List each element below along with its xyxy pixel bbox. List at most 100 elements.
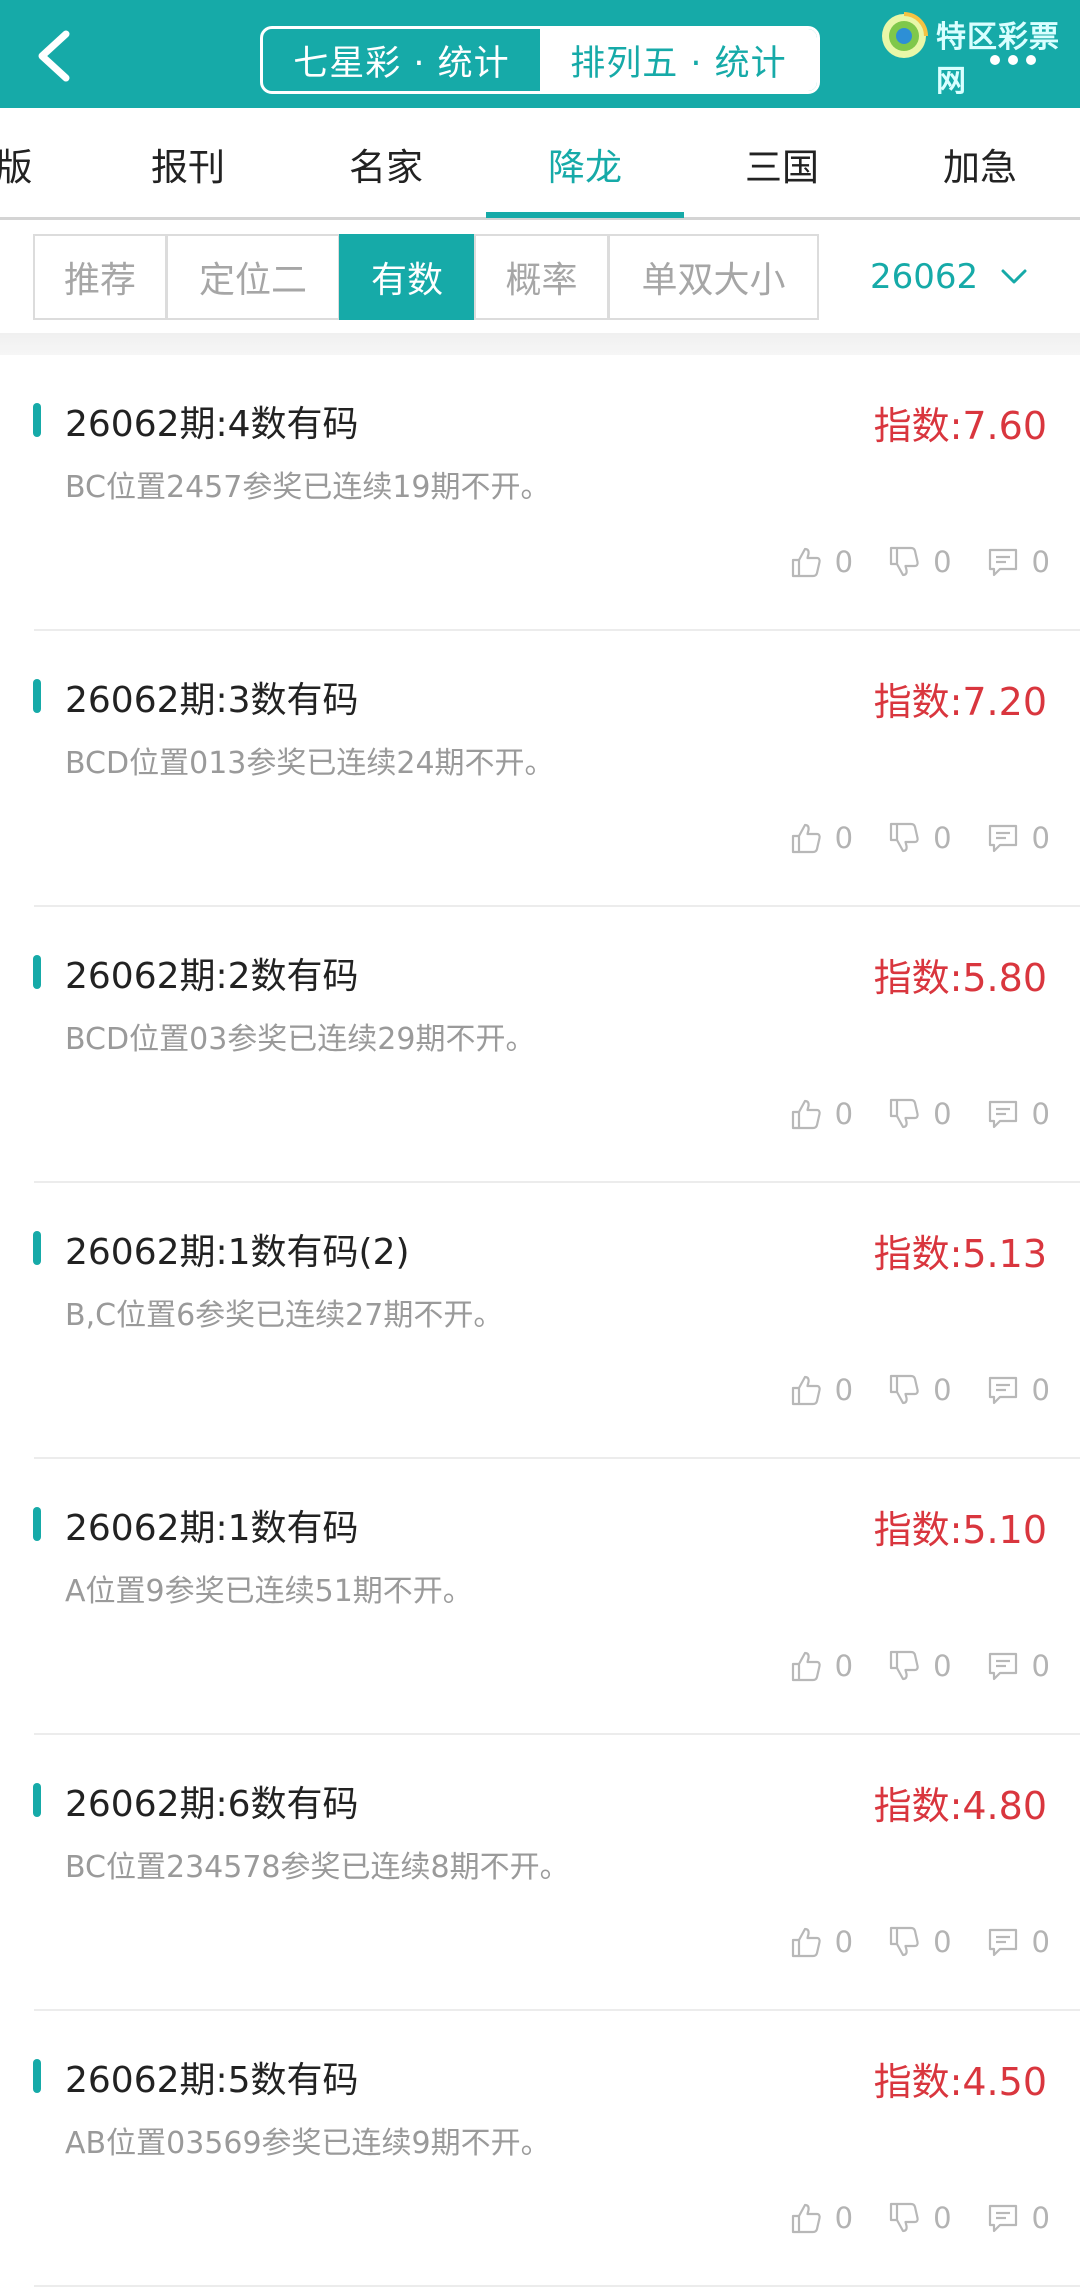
dislike-button[interactable]: 0 [887, 821, 952, 855]
like-button[interactable]: 0 [789, 821, 853, 855]
thumbs-up-icon [791, 1099, 821, 1130]
comment-icon [988, 548, 1017, 577]
dislike-count: 0 [933, 545, 952, 579]
tab-xianglong[interactable]: 降龙 [485, 108, 685, 220]
list-item[interactable]: 26062期:6数有码 指数:4.80 BC位置234578参奖已连续8期不开。… [0, 1735, 1080, 2011]
category-tabs: 版 报刊 名家 降龙 三国 加急 [0, 108, 1080, 220]
item-description: BC位置2457参奖已连续19期不开。 [65, 470, 551, 505]
like-button[interactable]: 0 [789, 2201, 853, 2235]
filter-youshu[interactable]: 有数 [339, 234, 475, 320]
like-count: 0 [834, 821, 854, 855]
tab-mingjia[interactable]: 名家 [286, 108, 486, 220]
tab-jiaji[interactable]: 加急 [880, 108, 1080, 220]
tab-baokan[interactable]: 报刊 [88, 108, 288, 220]
dislike-button[interactable]: 0 [887, 1097, 952, 1131]
comment-count: 0 [1031, 1649, 1050, 1683]
like-count: 0 [834, 1925, 854, 1959]
segment-qixingcai[interactable]: 七星彩 · 统计 [263, 29, 540, 91]
dislike-count: 0 [933, 1925, 952, 1959]
period-value: 26062 [870, 257, 979, 297]
comment-count: 0 [1031, 821, 1050, 855]
filter-dingwei-er[interactable]: 定位二 [166, 234, 340, 320]
item-title: 26062期:1数有码 [65, 1508, 359, 1549]
back-button[interactable] [28, 28, 84, 84]
thumbs-up-icon [791, 2203, 821, 2234]
comment-icon [988, 2204, 1017, 2233]
like-button[interactable]: 0 [789, 1097, 853, 1131]
item-description: B,C位置6参奖已连续27期不开。 [65, 1298, 504, 1333]
item-title: 26062期:5数有码 [65, 2060, 359, 2101]
comment-icon [988, 1928, 1017, 1957]
comment-button[interactable]: 0 [986, 821, 1050, 855]
item-marker [33, 1783, 41, 1817]
like-button[interactable]: 0 [789, 1925, 853, 1959]
more-menu-icon[interactable] [990, 55, 1036, 65]
comment-icon [988, 1100, 1017, 1129]
filter-gailv[interactable]: 概率 [474, 234, 609, 320]
item-index: 指数:5.80 [873, 956, 1047, 1000]
comment-button[interactable]: 0 [986, 2201, 1050, 2235]
filter-danshuang-daxiao[interactable]: 单双大小 [608, 234, 819, 320]
comment-button[interactable]: 0 [986, 545, 1050, 579]
item-index: 指数:4.80 [873, 1784, 1047, 1828]
item-actions: 0 0 0 [789, 2201, 1050, 2235]
dislike-count: 0 [933, 1097, 952, 1131]
thumbs-down-icon [889, 1650, 919, 1681]
comment-button[interactable]: 0 [986, 1925, 1050, 1959]
like-button[interactable]: 0 [789, 545, 853, 579]
tab-sanguo[interactable]: 三国 [682, 108, 882, 220]
item-description: A位置9参奖已连续51期不开。 [65, 1574, 473, 1609]
comment-button[interactable]: 0 [986, 1373, 1050, 1407]
comment-count: 0 [1031, 1373, 1050, 1407]
thumbs-down-icon [889, 546, 919, 577]
thumbs-down-icon [889, 1374, 919, 1405]
dislike-button[interactable]: 0 [887, 1925, 952, 1959]
site-logo: 特区彩票网 [876, 8, 1076, 99]
thumbs-down-icon [889, 822, 919, 853]
stat-list: 26062期:4数有码 指数:7.60 BC位置2457参奖已连续19期不开。 … [0, 355, 1080, 2287]
item-marker [33, 1507, 41, 1541]
dislike-count: 0 [933, 2201, 952, 2235]
dislike-button[interactable]: 0 [887, 1649, 952, 1683]
segment-pailiewu[interactable]: 排列五 · 统计 [540, 29, 817, 91]
like-count: 0 [834, 545, 854, 579]
lottery-segment-control: 七星彩 · 统计 排列五 · 统计 [260, 26, 820, 94]
comment-button[interactable]: 0 [986, 1649, 1050, 1683]
list-item[interactable]: 26062期:5数有码 指数:4.50 AB位置03569参奖已连续9期不开。 … [0, 2011, 1080, 2287]
like-count: 0 [834, 1649, 854, 1683]
item-marker [33, 679, 41, 713]
period-select[interactable]: 26062 [870, 241, 1070, 313]
item-marker [33, 2059, 41, 2093]
comment-button[interactable]: 0 [986, 1097, 1050, 1131]
top-header: 七星彩 · 统计 排列五 · 统计 特区彩票网 [0, 0, 1080, 108]
list-item[interactable]: 26062期:2数有码 指数:5.80 BCD位置03参奖已连续29期不开。 0… [0, 907, 1080, 1183]
item-index: 指数:7.60 [873, 404, 1047, 448]
list-item[interactable]: 26062期:3数有码 指数:7.20 BCD位置013参奖已连续24期不开。 … [0, 631, 1080, 907]
dislike-button[interactable]: 0 [887, 545, 952, 579]
thumbs-down-icon [889, 1926, 919, 1957]
item-index: 指数:5.13 [873, 1232, 1047, 1276]
thumbs-up-icon [791, 547, 821, 578]
filter-tuijian[interactable]: 推荐 [33, 234, 167, 320]
list-item[interactable]: 26062期:4数有码 指数:7.60 BC位置2457参奖已连续19期不开。 … [0, 355, 1080, 631]
thumbs-up-icon [791, 823, 821, 854]
comment-icon [988, 1652, 1017, 1681]
item-actions: 0 0 0 [789, 1097, 1050, 1131]
chevron-down-icon [1001, 269, 1027, 284]
thumbs-up-icon [791, 1651, 821, 1682]
list-item[interactable]: 26062期:1数有码 指数:5.10 A位置9参奖已连续51期不开。 0 0 [0, 1459, 1080, 1735]
list-item[interactable]: 26062期:1数有码(2) 指数:5.13 B,C位置6参奖已连续27期不开。… [0, 1183, 1080, 1459]
item-marker [33, 403, 41, 437]
thumbs-down-icon [889, 1098, 919, 1129]
item-marker [33, 955, 41, 989]
item-title: 26062期:6数有码 [65, 1784, 359, 1825]
item-title: 26062期:4数有码 [65, 404, 359, 445]
item-title: 26062期:1数有码(2) [65, 1232, 410, 1273]
like-button[interactable]: 0 [789, 1649, 853, 1683]
item-actions: 0 0 0 [789, 1925, 1050, 1959]
item-description: BCD位置03参奖已连续29期不开。 [65, 1022, 536, 1057]
comment-icon [988, 1376, 1017, 1405]
dislike-button[interactable]: 0 [887, 2201, 952, 2235]
like-button[interactable]: 0 [789, 1373, 853, 1407]
dislike-button[interactable]: 0 [887, 1373, 952, 1407]
